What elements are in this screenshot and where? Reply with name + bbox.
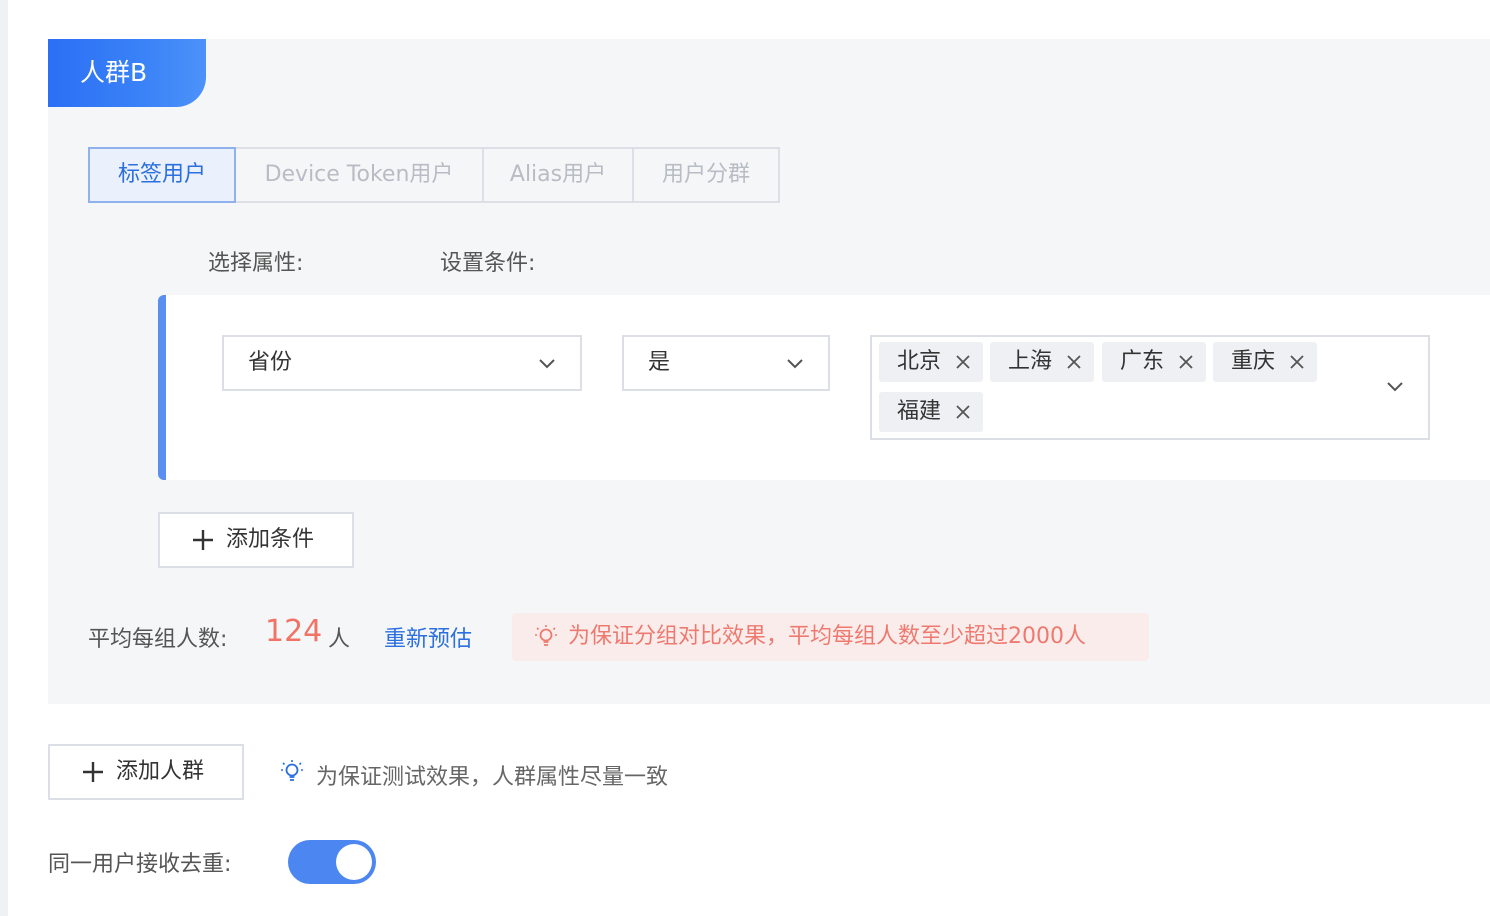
re-estimate-link[interactable]: 重新预估 — [384, 621, 472, 653]
group-hint-text: 为保证测试效果，人群属性尽量一致 — [316, 765, 669, 790]
value-tag-label: 广东 — [1120, 349, 1165, 374]
close-icon[interactable] — [955, 354, 971, 370]
close-icon[interactable] — [955, 404, 971, 420]
value-tag: 重庆 — [1213, 342, 1317, 382]
close-icon[interactable] — [1066, 354, 1082, 370]
value-tag: 北京 — [879, 342, 983, 382]
chevron-down-icon — [787, 359, 803, 369]
close-icon[interactable] — [1178, 354, 1194, 370]
avg-per-group-unit: 人 — [328, 627, 351, 652]
select-attribute-label: 选择属性: — [208, 251, 304, 276]
add-condition-button[interactable]: 添加条件 — [158, 512, 354, 568]
operator-select[interactable]: 是 — [622, 335, 830, 391]
avg-per-group-count: 124 — [265, 614, 323, 649]
dedup-toggle[interactable] — [288, 840, 376, 884]
condition-row: 省份 是 北京 上海 广东 重庆 福建 — [158, 295, 1490, 480]
operator-select-value: 是 — [648, 350, 671, 375]
tab-alias-users[interactable]: Alias用户 — [482, 147, 634, 203]
left-border — [0, 0, 8, 916]
tab-tag-users[interactable]: 标签用户 — [88, 147, 236, 203]
chevron-down-icon — [1387, 382, 1403, 392]
attribute-select-value: 省份 — [248, 350, 293, 375]
group-title: 人群B — [48, 39, 206, 107]
set-condition-label: 设置条件: — [440, 251, 536, 276]
attribute-select[interactable]: 省份 — [222, 335, 582, 391]
chevron-down-icon — [539, 359, 555, 369]
lightbulb-icon — [281, 760, 303, 781]
plus-icon — [83, 762, 103, 782]
values-multiselect[interactable]: 北京 上海 广东 重庆 福建 — [870, 335, 1430, 440]
add-condition-label: 添加条件 — [226, 527, 315, 552]
value-tag: 上海 — [990, 342, 1094, 382]
group-hint: 为保证测试效果，人群属性尽量一致 — [280, 759, 668, 791]
value-tag-label: 上海 — [1008, 349, 1053, 374]
lightbulb-icon — [535, 625, 557, 646]
add-group-button[interactable]: 添加人群 — [48, 744, 244, 800]
tab-user-segments[interactable]: 用户分群 — [632, 147, 780, 203]
value-tag: 福建 — [879, 392, 983, 432]
dedup-label: 同一用户接收去重: — [48, 852, 232, 877]
warning-tip-text: 为保证分组对比效果，平均每组人数至少超过2000人 — [568, 624, 1086, 649]
value-tag-label: 北京 — [897, 349, 942, 374]
close-icon[interactable] — [1289, 354, 1305, 370]
value-tag: 广东 — [1102, 342, 1206, 382]
audience-group-panel: 人群B 标签用户 Device Token用户 Alias用户 用户分群 选择属… — [48, 39, 1490, 704]
tab-device-token-users[interactable]: Device Token用户 — [234, 147, 484, 203]
plus-icon — [193, 530, 213, 550]
toggle-knob — [336, 844, 372, 880]
warning-tip: 为保证分组对比效果，平均每组人数至少超过2000人 — [512, 613, 1149, 661]
value-tag-label: 重庆 — [1231, 349, 1276, 374]
value-tag-label: 福建 — [897, 399, 942, 424]
user-type-tabs: 标签用户 Device Token用户 Alias用户 用户分群 — [88, 147, 780, 203]
add-group-label: 添加人群 — [116, 759, 205, 784]
avg-per-group-label: 平均每组人数: — [88, 627, 228, 652]
